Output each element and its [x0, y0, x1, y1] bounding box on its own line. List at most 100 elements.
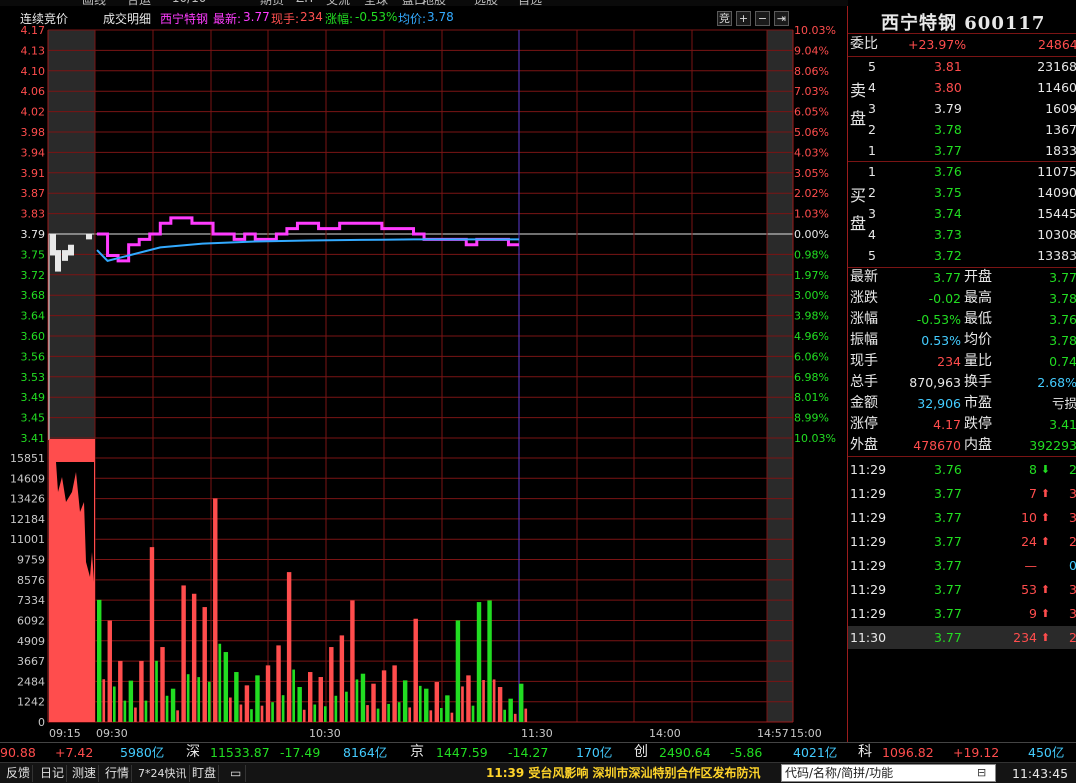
volume-bar — [229, 697, 232, 722]
volume-bar — [149, 547, 155, 722]
sell-volume: 23168 — [1037, 59, 1076, 74]
stat-row: 总手 870,963 换手 2.68% — [848, 372, 1076, 393]
volume-bar — [276, 645, 281, 722]
tick-row[interactable]: 11:29 3.77 7 ⬆ 3 — [848, 482, 1076, 505]
volume-bar — [461, 686, 464, 722]
pct-tick: 1.03% — [794, 208, 829, 221]
buy-level-row[interactable]: 2 3.75 14090 — [848, 182, 1076, 203]
tick-row[interactable]: 11:29 3.77 10 ⬆ 3 — [848, 506, 1076, 529]
top-menu-item[interactable]: ZIT — [296, 0, 315, 5]
volume-bar — [186, 674, 190, 722]
buy-volume: 14090 — [1037, 185, 1076, 200]
tick-row[interactable]: 11:29 3.77 9 ⬆ 3 — [848, 602, 1076, 625]
tick-price: 3.77 — [934, 606, 962, 621]
buy-price: 3.72 — [934, 248, 962, 263]
stat-label: 市盈 — [964, 395, 992, 411]
price-tick: 3.56 — [21, 350, 46, 363]
tick-price: 3.77 — [934, 534, 962, 549]
sell-price: 3.79 — [934, 101, 962, 116]
level-label: 5 — [868, 59, 876, 74]
price-tick: 3.49 — [21, 391, 46, 404]
stat-value: 478670 — [913, 438, 961, 453]
stat-value: 0.53% — [921, 333, 961, 348]
toolbar-button[interactable]: 行情 — [103, 765, 133, 782]
buy-level-row[interactable]: 5 3.72 13383 — [848, 245, 1076, 266]
volume-bar — [292, 669, 295, 722]
toolbar-button[interactable]: 盯盘 — [190, 765, 220, 782]
search-icon[interactable]: ⊟ — [977, 766, 992, 780]
stat-value: 0.74 — [1049, 354, 1076, 369]
volume-bar — [497, 687, 503, 722]
top-menu-item[interactable]: ·10/10 — [168, 0, 206, 5]
pct-tick: 5.06% — [794, 126, 829, 139]
sell-volume: 1367 — [1045, 122, 1076, 137]
stat-row: 外盘 478670 内盘 392293 — [848, 435, 1076, 456]
volume-bar — [513, 713, 517, 722]
sell-level-row[interactable]: 5 3.81 23168 — [848, 56, 1076, 77]
buy-level-row[interactable]: 4 3.73 10308 — [848, 224, 1076, 245]
pct-tick: 2.02% — [794, 187, 829, 200]
buy-price: 3.75 — [934, 185, 962, 200]
auction-price-bar — [86, 234, 92, 240]
volume-bar — [334, 695, 338, 722]
ratio-label: 委比 — [850, 36, 878, 52]
price-tick: 4.02 — [21, 106, 46, 119]
pct-tick: 8.99% — [794, 412, 829, 425]
buy-level-row[interactable]: 3 3.74 15445 — [848, 203, 1076, 224]
volume-bar — [265, 665, 271, 722]
price-tick: 3.94 — [21, 146, 46, 159]
tick-row[interactable]: 11:30 3.77 234 ⬆ 2 — [848, 626, 1076, 649]
sell-volume: 1833 — [1045, 143, 1076, 158]
tick-count: 2 — [1069, 534, 1076, 549]
sell-level-row[interactable]: 3 3.79 1609 — [848, 98, 1076, 119]
volume-bar — [313, 704, 317, 722]
stat-label: 最高 — [964, 290, 992, 306]
volume-bar — [445, 695, 450, 722]
level-label: 4 — [868, 80, 876, 95]
sell-level-row[interactable]: 2 3.78 1367 — [848, 119, 1076, 140]
pct-tick: 6.98% — [794, 371, 829, 384]
pct-tick: 8.01% — [794, 391, 829, 404]
stat-value: 3.78 — [1049, 291, 1076, 306]
volume-bar — [107, 620, 112, 722]
tick-row[interactable]: 11:29 3.77 53 ⬆ 3 — [848, 578, 1076, 601]
toolbar-button[interactable]: 日记 — [38, 765, 68, 782]
intraday-chart[interactable]: 4.17 10.03% 4.13 9.04% 4.10 8.06% 4.06 7.03% 4.0… — [0, 22, 848, 742]
price-tick: 3.91 — [21, 167, 46, 180]
sell-level-row[interactable]: 4 3.80 11460 — [848, 77, 1076, 98]
volume-bar — [302, 709, 306, 722]
sell-level-row[interactable]: 1 3.77 1833 — [848, 140, 1076, 161]
tick-row[interactable]: 11:29 3.77 — 0 — [848, 554, 1076, 577]
index-value: 2490.64 — [659, 745, 711, 760]
price-tick: 3.83 — [21, 208, 46, 221]
stat-label: 振幅 — [850, 332, 878, 348]
search-input[interactable]: 代码/名称/简拼/功能 — [781, 764, 996, 782]
volume-tick: 3667 — [17, 655, 45, 668]
monitor-icon[interactable]: ▭ — [228, 765, 246, 782]
tick-time: 11:29 — [850, 486, 887, 501]
toolbar-button[interactable]: 7*24快讯 — [136, 765, 190, 782]
stat-value: 亏损 — [1051, 396, 1076, 411]
pct-tick: 7.03% — [794, 85, 829, 98]
news-ticker[interactable]: 11:39 受台风影响 深圳市深汕特别合作区发布防汛 — [486, 765, 761, 782]
volume-bar — [128, 680, 134, 722]
buy-price: 3.76 — [934, 164, 962, 179]
toolbar-button[interactable]: 测速 — [70, 765, 100, 782]
tick-row[interactable]: 11:29 3.77 24 ⬆ 2 — [848, 530, 1076, 553]
volume-bar — [176, 710, 179, 722]
volume-tick: 2484 — [17, 675, 45, 688]
stat-label: 量比 — [964, 353, 992, 369]
volume-bar — [281, 695, 285, 722]
stat-label: 现手 — [850, 353, 878, 369]
tick-row[interactable]: 11:29 3.76 8 ⬇ 2 — [848, 458, 1076, 481]
pct-tick: 1.97% — [794, 269, 829, 282]
volume-bar — [118, 660, 123, 722]
volume-bar — [155, 660, 158, 722]
volume-bar — [476, 602, 482, 722]
volume-bar — [413, 618, 418, 722]
buy-level-row[interactable]: 1 3.76 11075 — [848, 161, 1076, 182]
toolbar-button[interactable]: 反馈 — [4, 765, 34, 782]
stat-value: 3.76 — [1049, 312, 1076, 327]
tick-time: 11:29 — [850, 510, 887, 525]
stat-value: 3.78 — [1049, 333, 1076, 348]
